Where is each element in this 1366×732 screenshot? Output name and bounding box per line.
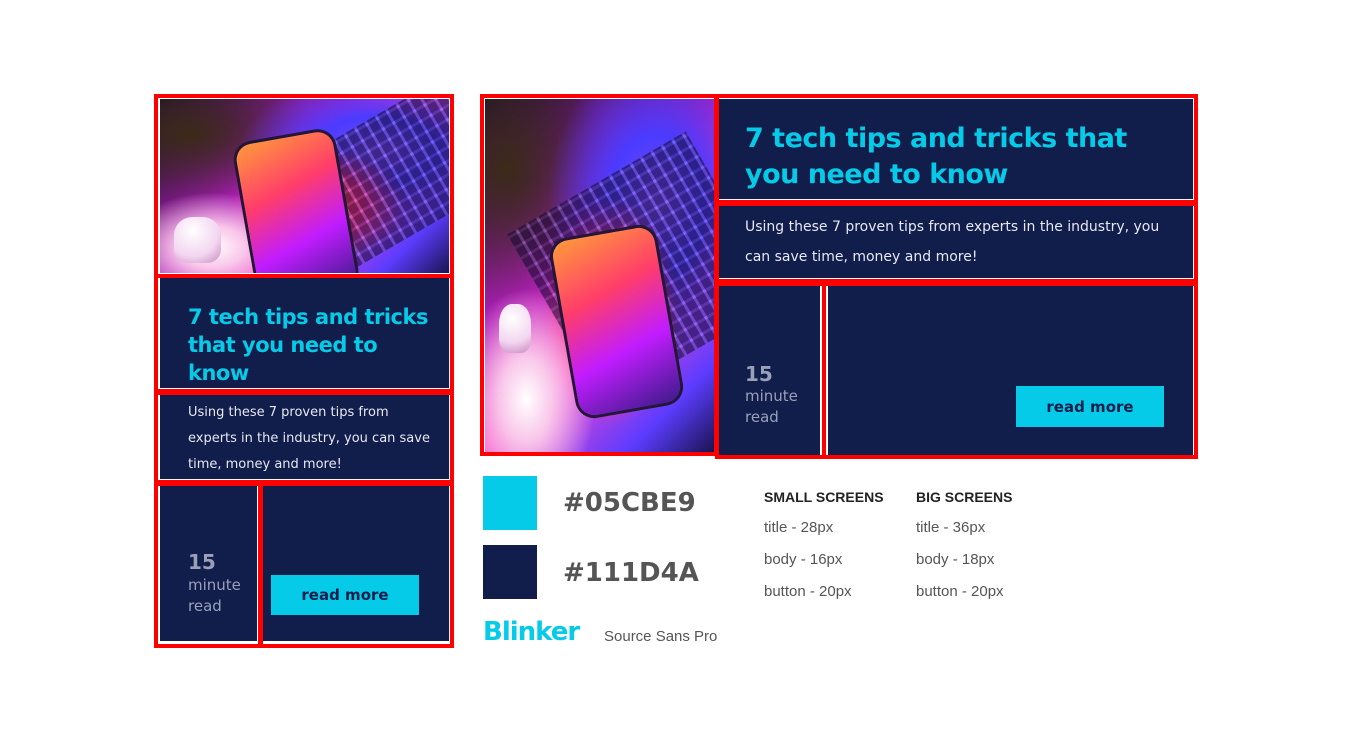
big-screens-button-size: button - 20px bbox=[916, 583, 1004, 600]
outline-small-image bbox=[154, 94, 454, 278]
outline-big-title bbox=[715, 94, 1198, 204]
big-screens-body-size: body - 18px bbox=[916, 551, 995, 568]
outline-big-readtime bbox=[715, 282, 826, 459]
font-secondary-sample: Source Sans Pro bbox=[604, 628, 718, 645]
color-swatch-navy bbox=[483, 545, 537, 599]
color-hex-navy: #111D4A bbox=[563, 558, 699, 588]
outline-small-readtime bbox=[154, 482, 263, 648]
outline-big-card bbox=[480, 94, 718, 456]
outline-small-title bbox=[154, 274, 454, 393]
small-screens-button-size: button - 20px bbox=[764, 583, 852, 600]
small-screens-body-size: body - 16px bbox=[764, 551, 843, 568]
outline-big-action bbox=[822, 282, 1198, 459]
outline-small-body bbox=[154, 391, 454, 484]
color-swatch-accent bbox=[483, 476, 537, 530]
color-hex-accent: #05CBE9 bbox=[563, 488, 696, 518]
small-screens-title-size: title - 28px bbox=[764, 519, 834, 536]
big-screens-title-size: title - 36px bbox=[916, 519, 986, 536]
outline-big-body bbox=[715, 202, 1198, 283]
outline-small-action bbox=[258, 482, 454, 648]
font-primary-sample: Blinker bbox=[483, 617, 580, 647]
big-screens-heading: BIG SCREENS bbox=[916, 489, 1013, 505]
small-screens-heading: SMALL SCREENS bbox=[764, 489, 884, 505]
